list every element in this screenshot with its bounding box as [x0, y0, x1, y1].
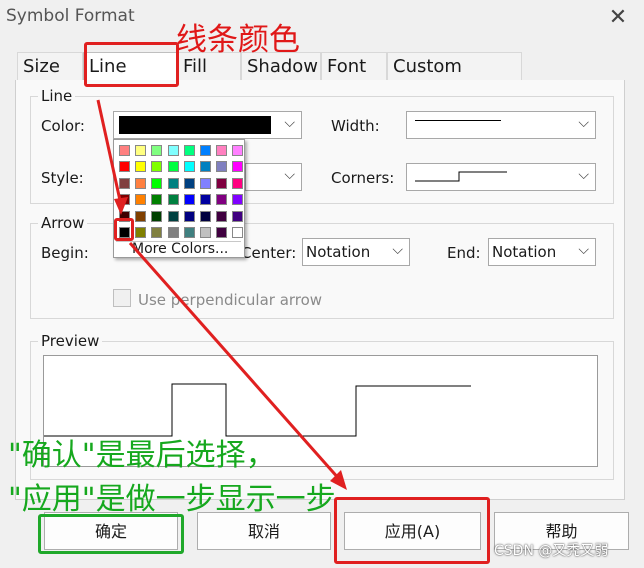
confirm-annotation: "确认"是最后选择， — [8, 438, 276, 473]
line-color-annotation: 线条颜色 — [176, 22, 300, 58]
watermark: CSDN @又秃又弱 — [494, 543, 609, 559]
apply-annotation: "应用"是做一步显示一步 — [8, 482, 336, 517]
